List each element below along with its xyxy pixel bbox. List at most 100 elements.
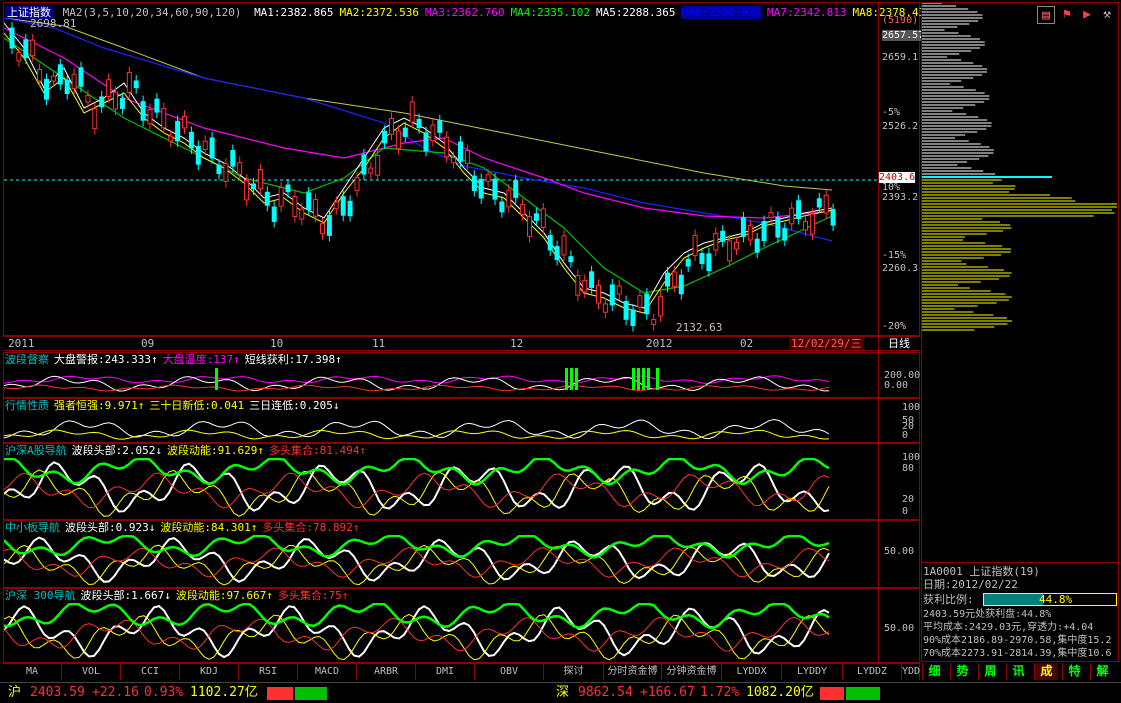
side-tab[interactable]: 周 — [978, 663, 1002, 680]
indicator-scale-label: 20 — [902, 494, 915, 505]
indicator-header: 沪深 300导航 波段头部:1.667↓ 波段动能:97.667↑ 多头集合:75↑ — [5, 589, 348, 602]
play-icon[interactable]: ▶ — [1078, 6, 1096, 24]
side-tab[interactable]: 势 — [950, 663, 974, 680]
indicator-scale-label: 0 — [902, 430, 909, 441]
side-tab[interactable]: 讯 — [1006, 663, 1030, 680]
document-icon[interactable]: ▤ — [1037, 6, 1055, 24]
indicator-tab[interactable]: MACD — [298, 664, 357, 680]
candle-body — [216, 164, 222, 175]
candle-body — [16, 52, 22, 62]
candle-body — [182, 115, 187, 129]
date-axis-label: 2012 — [646, 337, 673, 350]
sz-label: 深 — [556, 685, 570, 700]
candle-body — [609, 284, 615, 306]
side-tab[interactable]: 解 — [1090, 663, 1114, 680]
candle-body — [119, 97, 125, 109]
indicator-value: 多头集合:78.892↑ — [262, 521, 360, 534]
candle-body — [816, 198, 822, 208]
candle-body — [478, 178, 484, 199]
candle-body — [554, 246, 560, 261]
indicator-tab[interactable]: LYDDZ — [843, 664, 902, 680]
candle-body — [161, 108, 167, 129]
indicator-tab[interactable]: RSI — [239, 664, 298, 680]
candle-body — [782, 228, 788, 241]
candle-body — [809, 213, 815, 235]
indicator-scale-label: 100 — [902, 402, 921, 413]
candle-body — [458, 141, 463, 162]
indicator-name[interactable]: 波段督察 — [5, 353, 49, 366]
indicator-tab[interactable]: KDJ — [180, 664, 239, 680]
signal-bar — [632, 368, 635, 390]
indicator-header: 中小板导航 波段头部:0.923↓ 波段动能:84.301↑ 多头集合:78.892↑ — [5, 521, 359, 534]
indicator-tab[interactable]: DMI — [416, 664, 475, 680]
candle-body — [513, 180, 519, 198]
candle-body — [775, 216, 781, 238]
indicator-value: 大盘警报:243.333↑ — [54, 353, 158, 366]
side-tab[interactable]: 细 — [922, 663, 946, 680]
candle-body — [651, 319, 657, 325]
candle-body — [658, 296, 664, 317]
candle-body — [264, 191, 270, 206]
indicator-tab[interactable]: CCI — [121, 664, 180, 680]
candlestick-chart[interactable] — [4, 18, 878, 336]
candle-body — [451, 157, 457, 164]
candle-body — [471, 175, 477, 192]
indicator-name[interactable]: 中小板导航 — [5, 521, 60, 534]
indicator-name[interactable]: 行情性质 — [5, 399, 49, 412]
tools-icon[interactable]: ⚒ — [1098, 6, 1116, 24]
candle-body — [154, 98, 160, 113]
candle-body — [430, 124, 436, 142]
chip-date: 日期:2012/02/22 — [923, 578, 1018, 591]
candle-body — [78, 67, 84, 87]
candle-body — [761, 221, 767, 242]
candle-body — [99, 96, 105, 108]
indicator-value: 波段头部:2.052↓ — [71, 444, 162, 457]
low-price-label: 2132.63 — [676, 321, 723, 334]
candle-body — [30, 39, 36, 57]
candle-body — [23, 39, 29, 59]
indicator-scale-label: 80 — [902, 463, 915, 474]
chip-distribution-chart[interactable] — [922, 3, 1119, 333]
candle-body — [506, 189, 512, 208]
date-axis-label: 11 — [372, 337, 386, 350]
candle-body — [85, 95, 91, 103]
indicator-tab[interactable]: 分时资金博 — [604, 664, 662, 680]
status-bar: 沪 2403.59 +22.16 0.93% 1102.27亿 深 9862.5… — [0, 682, 1121, 703]
candle-body — [140, 101, 146, 121]
candle-body — [727, 240, 733, 262]
indicator-tab[interactable]: VOL — [62, 664, 121, 680]
indicator-tab[interactable]: 探讨 — [544, 664, 604, 680]
indicator-tab[interactable]: MA — [3, 664, 62, 680]
period-label[interactable]: 日线 — [888, 337, 910, 350]
sh-change: +22.16 — [92, 685, 139, 700]
signal-bar — [575, 368, 578, 390]
candle-body — [409, 101, 415, 123]
candle-body — [326, 215, 332, 236]
candle-body — [333, 201, 339, 210]
side-tab[interactable]: 特 — [1062, 663, 1086, 680]
sh-breadth-bar — [267, 687, 327, 700]
indicator-tab[interactable]: ARBR — [357, 664, 416, 680]
ma-line-yellow-long — [4, 18, 833, 191]
price-scale-label: 2260.3 — [882, 263, 919, 274]
sh-label: 沪 — [8, 685, 22, 700]
candle-body — [251, 183, 256, 190]
indicator-name[interactable]: 沪深A股导航 — [5, 444, 67, 457]
flag-icon[interactable]: ⚑ — [1058, 6, 1076, 24]
candle-body — [644, 293, 650, 315]
candle-body — [520, 204, 526, 216]
indicator-tab[interactable]: LYDDY — [782, 664, 843, 680]
side-tab[interactable]: 成 — [1034, 663, 1058, 680]
indicator-tab[interactable]: YDD — [902, 664, 920, 680]
indicator-header: 波段督察 大盘警报:243.333↑ 大盘温度:137↑ 短线获利:17.398↑ — [5, 353, 342, 366]
indicator-tab[interactable]: OBV — [475, 664, 544, 680]
candle-body — [499, 201, 505, 213]
date-axis-label: 2011 — [8, 337, 35, 350]
indicator-tab[interactable]: 分钟资金博 — [662, 664, 722, 680]
indicator-value: 短线获利:17.398↑ — [244, 353, 342, 366]
indicator-header: 沪深A股导航 波段头部:2.052↓ 波段动能:91.629↑ 多头集合:81.494… — [5, 444, 366, 457]
indicator-name[interactable]: 沪深 300导航 — [5, 589, 76, 602]
cursor-date: 12/02/29/三 — [789, 337, 864, 350]
profit-ratio-bar: 44.8% — [983, 593, 1117, 606]
indicator-tab[interactable]: LYDDX — [722, 664, 782, 680]
